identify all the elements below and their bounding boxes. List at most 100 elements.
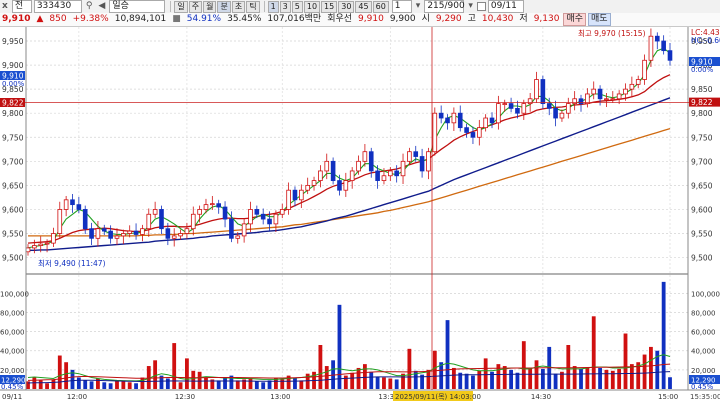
chevron-down-icon[interactable]: ▾ [466,1,475,12]
candle-body [133,230,139,235]
candle-body [229,218,234,239]
candle-body [508,103,514,109]
volume-bar [216,380,221,389]
candle-body [515,107,520,114]
candle-body [203,204,209,210]
volume-bar [293,377,297,389]
minute-button-1[interactable]: 1 [267,0,279,13]
candle-body [171,235,177,239]
search-icon[interactable]: ⚲ [84,1,95,12]
candle-body [540,79,546,104]
time-tick-label: 15:00 [658,393,678,401]
minute-button-45[interactable]: 45 [355,0,372,13]
volume-bar [318,345,323,389]
candle-body [57,209,63,234]
period-button-month[interactable]: 월 [203,0,217,13]
volume-tick-label-left: 20,000 [0,367,25,375]
candle-body [159,209,164,230]
volume-bar [375,376,380,389]
interval-count-input[interactable]: 1 [391,0,412,13]
volume-tick-label: 40,000 [691,348,716,356]
candle-body [470,132,476,138]
candle-body [82,209,88,230]
period-button-day[interactable]: 일 [174,0,188,13]
price-tick-label: 9,600 [691,205,713,214]
stock-name-field[interactable]: 일승 [109,0,166,13]
volume-bar [451,367,456,389]
candle-body [489,117,495,124]
data-range-input[interactable]: 215/900 [424,0,465,13]
candle-body [273,213,279,225]
volume-bar [579,368,583,389]
buy-button[interactable]: 매수 [563,13,587,26]
minute-button-group: 1 3 5 10 15 30 45 60 [267,0,390,13]
candle-body [32,245,37,249]
volume-bar [254,381,259,389]
volume-tick-label-left: 60,000 [0,329,25,337]
sell-button[interactable]: 매도 [588,13,611,26]
candle-body [610,98,616,101]
stock-code-input[interactable]: 333430 [33,0,82,13]
volume-bar [45,383,49,389]
low-label: 저 [519,14,528,24]
candle-body [184,228,190,234]
candle-body [305,184,310,191]
candle-body [629,83,635,90]
price-tick-label-left: 9,600 [2,205,24,214]
minute-button-3[interactable]: 3 [279,0,291,13]
volume-bar [223,377,227,389]
price-tick-label-left: 9,700 [2,157,24,166]
price-tick-label: 9,800 [691,109,713,118]
candle-body [381,175,387,181]
candle-body [432,112,438,153]
arrow-left-icon[interactable]: ◀ [96,1,107,12]
trade-amount: 107,016백만 [267,14,322,24]
candle-body [241,223,247,237]
high-annotation: 최고 9,970 (15:15) [578,28,646,38]
period-button-tick[interactable]: 틱 [246,0,260,13]
candle-body [254,209,260,215]
candle-body [565,103,571,114]
low-price: 9,130 [533,14,560,24]
minute-button-30[interactable]: 30 [338,0,355,13]
minute-button-5[interactable]: 5 [291,0,303,13]
volume-bar [89,381,94,389]
minute-button-60[interactable]: 60 [372,0,389,13]
period-button-week[interactable]: 주 [188,0,203,13]
price-change: 850 [49,14,67,24]
minute-button-15[interactable]: 15 [321,0,338,13]
market-select[interactable]: 전 [11,0,32,13]
candle-body [146,213,152,230]
volume-bar [464,373,469,389]
time-tick-label: 12:00 [67,393,87,401]
volume-bar [432,350,437,389]
candle-body [286,189,291,210]
candle-body [407,151,412,162]
candle-body [419,156,425,172]
candle-body [190,213,196,230]
volume-bar [572,366,577,389]
candle-body [534,79,539,100]
minute-button-10[interactable]: 10 [303,0,321,13]
period-button-second[interactable]: 초 [231,0,246,13]
legend-hc: HC:-0.60 [691,36,720,45]
volume-bar [649,346,653,389]
candle-body [349,170,355,181]
close-icon[interactable]: x [0,1,10,12]
time-tick-label: 12:30 [175,393,195,401]
candle-body [559,112,565,119]
low-annotation: 최저 9,490 (11:47) [38,258,106,268]
date-input[interactable]: 09/11 [487,0,524,13]
candle-body [457,112,463,129]
candlestick-chart[interactable]: 9,9509,9509,9009,9009,8509,8509,8009,800… [0,27,720,404]
checkbox[interactable] [476,2,486,11]
candle-body [368,151,374,172]
current-price: 9,910 [2,14,31,24]
price-tick-label: 9,750 [691,133,713,142]
period-button-minute[interactable]: 분 [217,0,231,13]
candle-body [76,204,82,210]
up-arrow-icon: ▲ [36,14,44,24]
volume-bar [521,341,526,389]
candle-body [553,107,558,119]
chevron-down-icon[interactable]: ▾ [414,1,423,12]
